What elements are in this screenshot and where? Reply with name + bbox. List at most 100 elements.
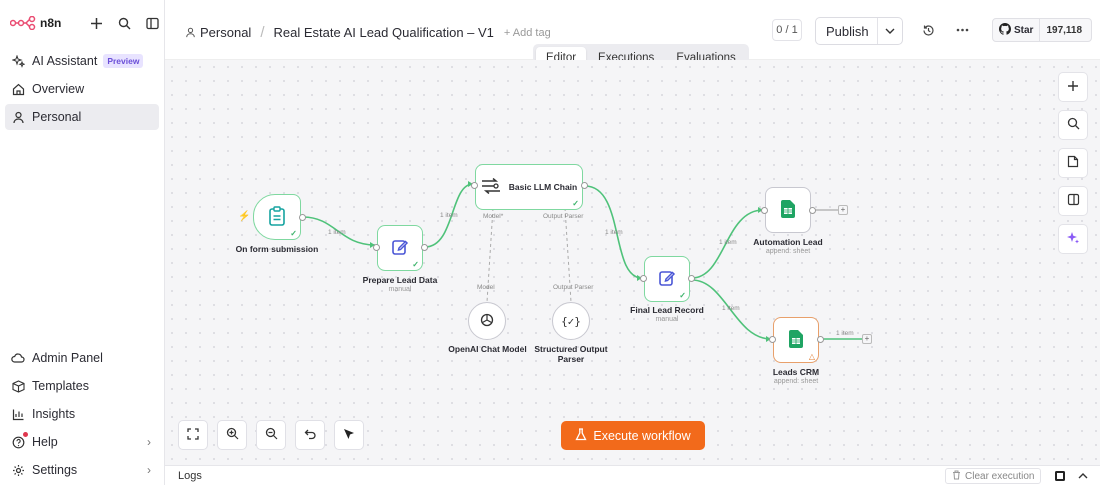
chevron-down-icon[interactable] [876,18,902,44]
panel-icon [1067,193,1080,209]
search-icon [1067,117,1080,133]
node-label: OpenAI Chat Model [448,344,527,354]
sidebar-item-ai-assistant[interactable]: AI Assistant Preview [5,48,159,74]
success-check-icon: ✓ [412,260,419,269]
sticky-note-button[interactable] [1058,148,1088,178]
edge-label: 1 item [605,229,623,236]
input-handle[interactable] [761,207,768,214]
github-star[interactable]: Star [993,19,1041,41]
fit-view-button[interactable] [178,420,208,450]
logo-text: n8n [40,16,62,30]
node-structured-output-parser[interactable]: {✓} [552,302,590,340]
sidebar-item-label: Insights [32,407,76,421]
port-label-model: Model [477,284,495,291]
node-label: On form submission [235,244,319,254]
chevron-up-icon[interactable] [1076,469,1090,483]
sparkles-icon [1066,231,1080,248]
output-handle[interactable] [421,244,428,251]
sidebar-item-label: Help [32,435,58,449]
edge-label: 1 item [440,212,458,219]
add-node-button[interactable] [1058,72,1088,102]
input-handle[interactable] [373,244,380,251]
node-leads-crm[interactable]: △ [773,317,819,363]
edit-icon [391,238,409,259]
google-sheets-icon [781,199,795,221]
copy-icon[interactable] [1053,469,1067,483]
openai-icon [479,312,495,331]
github-star-button[interactable]: Star 197,118 [992,18,1092,42]
sidebar-item-personal[interactable]: Personal [5,104,159,130]
box-icon [11,379,25,393]
zoom-out-button[interactable] [256,420,286,450]
more-options-icon[interactable] [954,22,970,38]
clear-execution-button[interactable]: Clear execution [945,468,1042,484]
publish-label: Publish [826,23,869,39]
node-label: Parser [557,354,585,364]
node-subtitle: append: sheet [773,378,819,385]
success-check-icon: ✓ [290,229,297,238]
search-nodes-button[interactable] [1058,110,1088,140]
output-handle[interactable] [299,214,306,221]
output-handle[interactable] [581,182,588,189]
logs-label: Logs [178,469,202,482]
plus-icon[interactable] [88,15,104,31]
history-icon[interactable] [920,22,936,38]
output-handle[interactable] [688,275,695,282]
input-handle[interactable] [769,336,776,343]
chevron-right-icon: › [147,463,151,477]
node-automation-lead[interactable] [765,187,811,233]
node-final-lead-record[interactable]: ✓ [644,256,690,302]
execute-workflow-button[interactable]: Execute workflow [561,421,705,450]
breadcrumb-project[interactable]: Personal [200,25,251,40]
sidebar-item-insights[interactable]: Insights [5,401,159,427]
notification-dot [23,432,28,437]
input-handle[interactable] [640,275,647,282]
edge-label: 1 item [719,239,737,246]
port-label-model: Model* [483,213,504,220]
output-handle[interactable] [817,336,824,343]
ai-assist-button[interactable] [1058,224,1088,254]
panel-toggle-button[interactable] [1058,186,1088,216]
warning-icon: △ [808,352,815,361]
sidebar-toggle-icon[interactable] [144,15,160,31]
success-check-icon: ✓ [679,291,686,300]
add-tag-button[interactable]: + Add tag [504,27,551,39]
undo-button[interactable] [295,420,325,450]
input-handle[interactable] [471,182,478,189]
workflow-canvas[interactable]: ⚡ ✓ On form submission ✓ Prepare Lead Da… [165,60,1100,465]
node-basic-llm-chain[interactable]: Basic LLM Chain ✓ [475,164,583,210]
edit-icon [658,269,676,290]
publish-button[interactable]: Publish [815,17,903,45]
n8n-logo-icon[interactable] [9,15,36,31]
port-label-output-parser: Output Parser [543,213,584,220]
node-openai-chat-model[interactable] [468,302,506,340]
node-label: Structured Output [534,344,608,354]
canvas-right-toolbar [1058,72,1088,262]
sidebar-item-settings[interactable]: Settings › [5,457,159,483]
node-label: Final Lead Record [630,305,704,315]
port-label-output-parser: Output Parser [553,284,594,291]
edge-label: 1 item [722,305,740,312]
search-icon[interactable] [116,15,132,31]
logs-bar[interactable]: Logs Clear execution [165,465,1100,485]
add-node-plus-icon[interactable]: + [862,334,872,344]
sidebar-item-admin-panel[interactable]: Admin Panel [5,345,159,371]
select-mode-button[interactable] [334,420,364,450]
sidebar-item-help[interactable]: Help › [5,429,159,455]
workflow-title[interactable]: Real Estate AI Lead Qualification – V1 [273,25,493,40]
execute-label: Execute workflow [593,428,691,443]
edge-label: 1 item [328,229,346,236]
add-node-plus-icon[interactable]: + [838,205,848,215]
success-check-icon: ✓ [572,199,579,208]
github-icon [999,22,1011,38]
github-star-label: Star [1014,24,1034,36]
zoom-in-button[interactable] [217,420,247,450]
node-form-trigger[interactable]: ✓ [253,194,301,240]
sidebar-item-overview[interactable]: Overview [5,76,159,102]
breadcrumb-separator: / [260,24,265,41]
chevron-right-icon: › [147,435,151,449]
output-handle[interactable] [809,207,816,214]
edge-label: 1 item [836,330,854,337]
node-prepare-lead-data[interactable]: ✓ [377,225,423,271]
sidebar-item-templates[interactable]: Templates [5,373,159,399]
